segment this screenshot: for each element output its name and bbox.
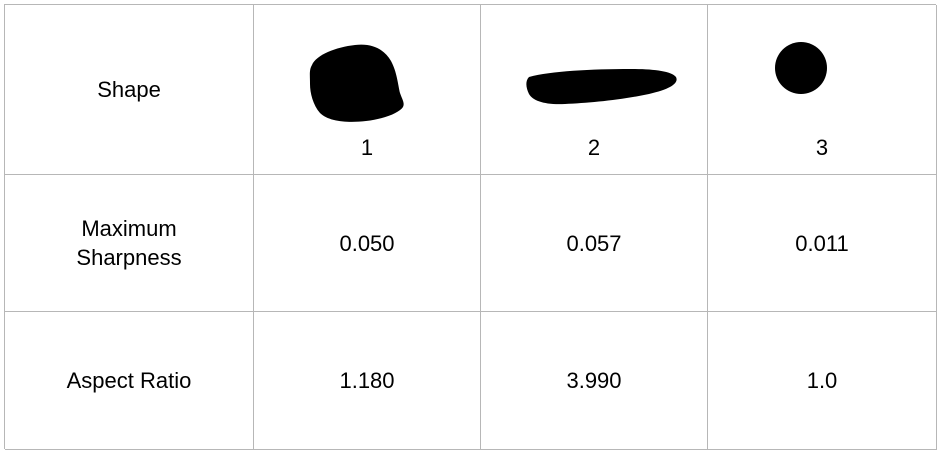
row-label-shape-text: Shape (97, 77, 161, 102)
shape-cell-2: 2 (481, 5, 708, 175)
row-label-sharpness: Maximum Sharpness (5, 175, 254, 312)
shape-number-3: 3 (815, 135, 829, 160)
aspect-ratio-value-2: 3.990 (481, 312, 708, 450)
shape-cell-1: 1 (254, 5, 481, 175)
aspect-ratio-value-1: 1.180 (254, 312, 481, 450)
row-label-aspect-ratio-text: Aspect Ratio (66, 368, 192, 393)
row-label-sharpness-line1: Maximum (81, 216, 177, 241)
row-label-shape: Shape (5, 5, 254, 175)
shape-cell-3: 3 (708, 5, 937, 175)
sharpness-value-2: 0.057 (481, 175, 708, 312)
row-label-sharpness-line2: Sharpness (76, 245, 182, 270)
shape-metrics-table: Shape 1 2 3 Maximum Sharpness 0.050 0.05… (4, 4, 937, 450)
sharpness-value-3: 0.011 (708, 175, 937, 312)
shape-number-2: 2 (587, 135, 601, 160)
sharpness-value-1: 0.050 (254, 175, 481, 312)
aspect-ratio-value-3: 1.0 (708, 312, 937, 450)
shape-number-1: 1 (360, 135, 374, 160)
row-label-aspect-ratio: Aspect Ratio (5, 312, 254, 450)
